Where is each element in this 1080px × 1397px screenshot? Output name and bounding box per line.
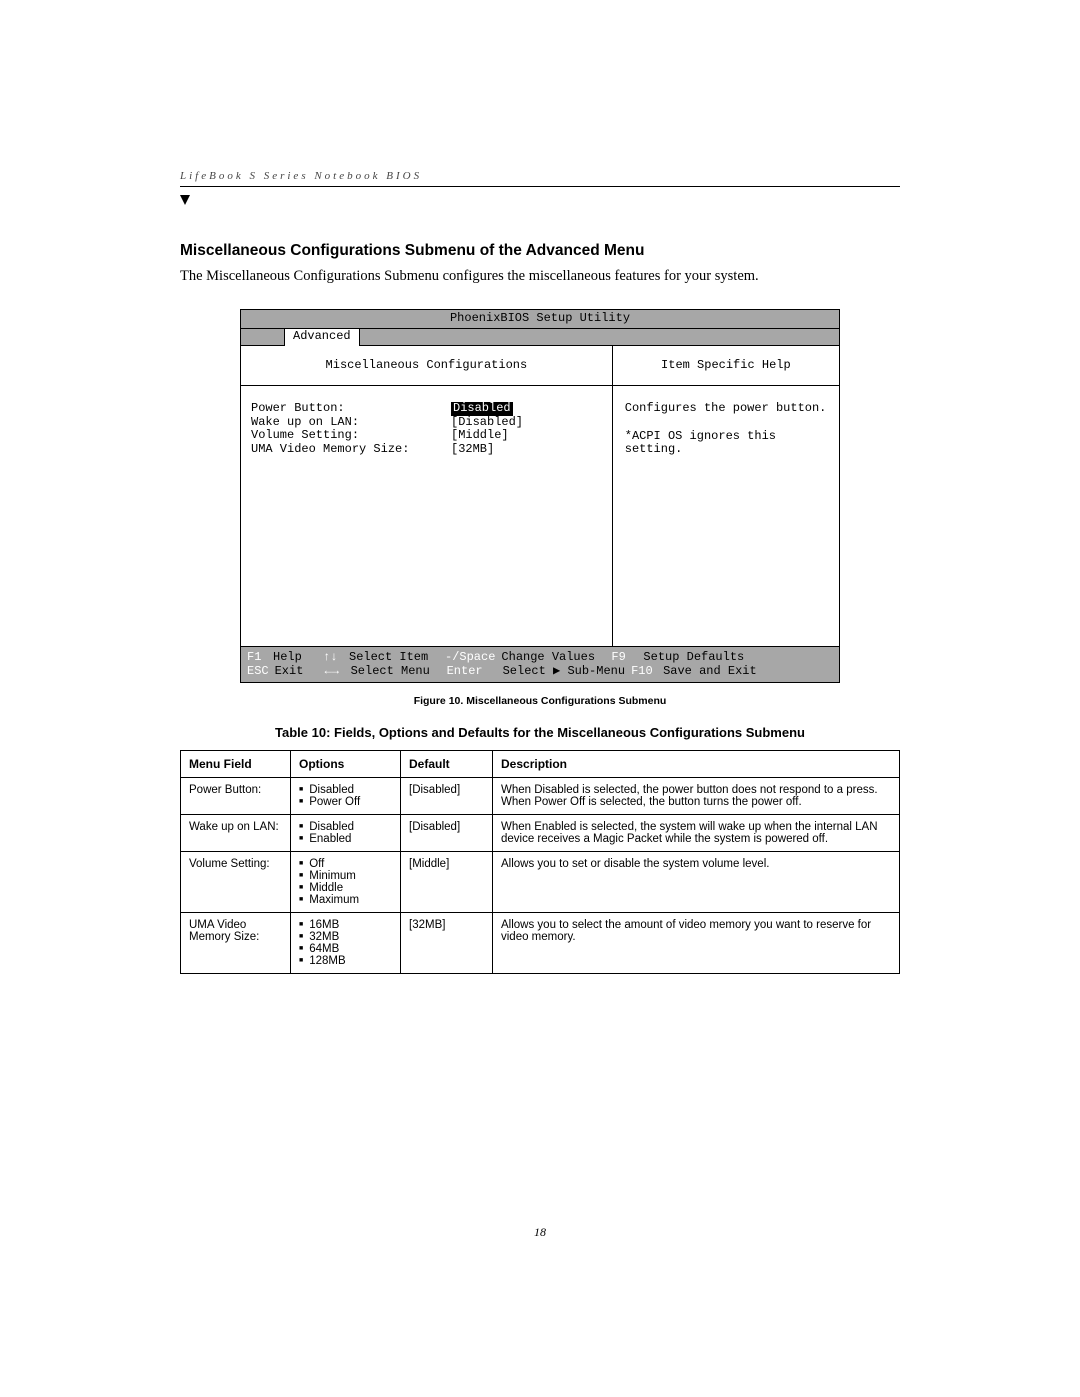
cell-description: Allows you to set or disable the system … — [493, 852, 900, 913]
bios-setting-row: Power Button: Disabled — [251, 402, 602, 416]
option-item: 16MB — [299, 919, 392, 931]
th-menu-field: Menu Field — [181, 751, 291, 778]
intro-text: The Miscellaneous Configurations Submenu… — [180, 268, 900, 285]
running-header: LifeBook S Series Notebook BIOS — [180, 170, 900, 187]
pointer-marker-icon — [180, 195, 190, 205]
bios-key-desc: Select ▶ Sub-Menu — [503, 665, 625, 679]
cell-description: When Disabled is selected, the power but… — [493, 778, 900, 815]
bios-setting-label: UMA Video Memory Size: — [251, 443, 451, 457]
page-content: LifeBook S Series Notebook BIOS Miscella… — [180, 170, 900, 974]
cell-menu-field: UMA Video Memory Size: — [181, 913, 291, 974]
bios-key-f10: F10 — [631, 665, 657, 679]
cell-default: [Disabled] — [401, 778, 493, 815]
bios-key-enter: Enter — [447, 665, 497, 679]
table-row: Power Button:DisabledPower Off[Disabled]… — [181, 778, 900, 815]
cell-default: [32MB] — [401, 913, 493, 974]
option-item: Disabled — [299, 821, 392, 833]
section-title: Miscellaneous Configurations Submenu of … — [180, 242, 900, 260]
option-item: Power Off — [299, 796, 392, 808]
table-title: Table 10: Fields, Options and Defaults f… — [180, 725, 900, 740]
bios-key-updown: ↑↓ — [323, 651, 343, 665]
page-number: 18 — [534, 1225, 546, 1240]
bios-footer: F1 Help ↑↓ Select Item -/Space Change Va… — [241, 646, 839, 683]
cell-description: Allows you to select the amount of video… — [493, 913, 900, 974]
cell-options: DisabledEnabled — [291, 815, 401, 852]
table-row: Volume Setting:OffMinimumMiddleMaximum[M… — [181, 852, 900, 913]
bios-key-desc: Save and Exit — [663, 665, 757, 679]
bios-setting-value: [Middle] — [451, 429, 509, 443]
bios-setting-value: [32MB] — [451, 443, 494, 457]
figure-caption: Figure 10. Miscellaneous Configurations … — [180, 695, 900, 707]
bios-help-text: Configures the power button. *ACPI OS ig… — [613, 386, 839, 473]
bios-tab-advanced: Advanced — [284, 329, 360, 346]
cell-default: [Disabled] — [401, 815, 493, 852]
option-item: Off — [299, 858, 392, 870]
bios-help-line: Configures the power button. — [625, 402, 827, 416]
bios-key-esc: ESC — [247, 665, 269, 679]
cell-menu-field: Volume Setting: — [181, 852, 291, 913]
bios-setting-value-selected: Disabled — [451, 402, 513, 416]
bios-title: PhoenixBIOS Setup Utility — [241, 310, 839, 329]
cell-options: OffMinimumMiddleMaximum — [291, 852, 401, 913]
option-item: Maximum — [299, 894, 392, 906]
bios-key-f1: F1 — [247, 651, 267, 665]
bios-setting-row: UMA Video Memory Size: [32MB] — [251, 443, 602, 457]
bios-setting-label: Wake up on LAN: — [251, 416, 451, 430]
th-options: Options — [291, 751, 401, 778]
bios-subtitle: Miscellaneous Configurations — [241, 346, 612, 386]
bios-help-line: *ACPI OS ignores this setting. — [625, 430, 827, 458]
table-row: UMA Video Memory Size:16MB32MB64MB128MB[… — [181, 913, 900, 974]
option-item: Middle — [299, 882, 392, 894]
bios-tab-bar: Advanced — [241, 329, 839, 346]
bios-key-desc: Select Item — [349, 651, 439, 665]
bios-key-space: -/Space — [445, 651, 495, 665]
th-default: Default — [401, 751, 493, 778]
bios-setting-row: Wake up on LAN: [Disabled] — [251, 416, 602, 430]
bios-key-desc: Exit — [275, 665, 319, 679]
option-item: 128MB — [299, 955, 392, 967]
option-item: Disabled — [299, 784, 392, 796]
cell-menu-field: Power Button: — [181, 778, 291, 815]
bios-settings-list: Power Button: Disabled Wake up on LAN: [… — [241, 386, 612, 646]
option-item: 32MB — [299, 931, 392, 943]
cell-description: When Enabled is selected, the system wil… — [493, 815, 900, 852]
options-table: Menu Field Options Default Description P… — [180, 750, 900, 974]
bios-key-leftright: ←→ — [325, 665, 345, 679]
cell-default: [Middle] — [401, 852, 493, 913]
cell-options: 16MB32MB64MB128MB — [291, 913, 401, 974]
option-item: Enabled — [299, 833, 392, 845]
bios-setting-label: Volume Setting: — [251, 429, 451, 443]
option-item: Minimum — [299, 870, 392, 882]
bios-key-desc: Change Values — [501, 651, 605, 665]
bios-setting-row: Volume Setting: [Middle] — [251, 429, 602, 443]
cell-options: DisabledPower Off — [291, 778, 401, 815]
bios-setting-value: [Disabled] — [451, 416, 523, 430]
bios-key-f9: F9 — [611, 651, 637, 665]
bios-key-desc: Help — [273, 651, 317, 665]
bios-key-desc: Select Menu — [351, 665, 441, 679]
th-description: Description — [493, 751, 900, 778]
cell-menu-field: Wake up on LAN: — [181, 815, 291, 852]
bios-setting-label: Power Button: — [251, 402, 451, 416]
bios-screenshot: PhoenixBIOS Setup Utility Advanced Misce… — [240, 309, 840, 683]
table-row: Wake up on LAN:DisabledEnabled[Disabled]… — [181, 815, 900, 852]
option-item: 64MB — [299, 943, 392, 955]
bios-help-title: Item Specific Help — [613, 346, 839, 386]
bios-key-desc: Setup Defaults — [643, 651, 744, 665]
